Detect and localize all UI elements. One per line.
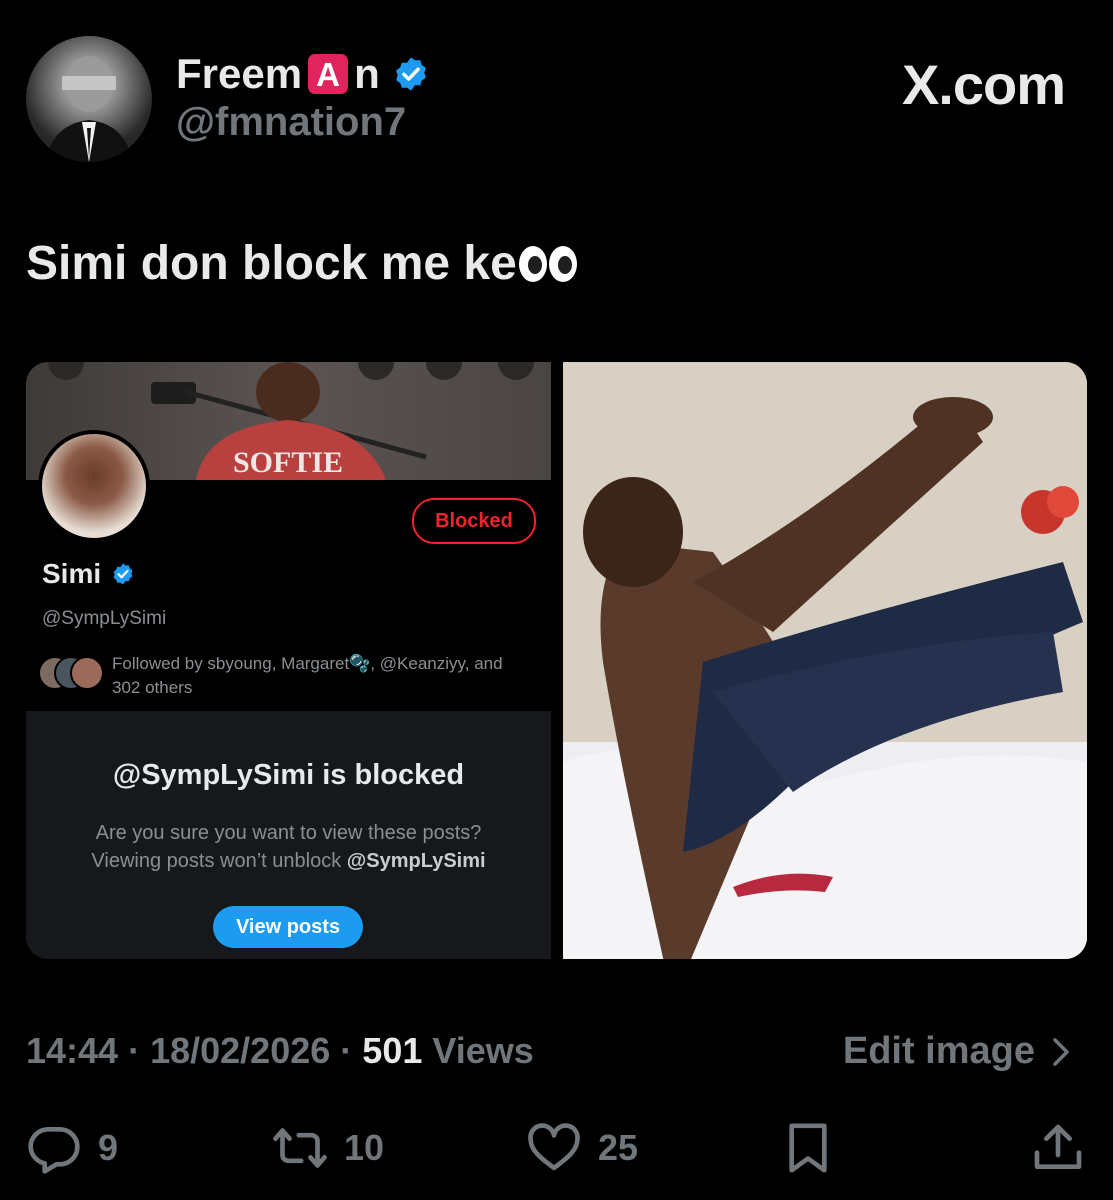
chevron-right-icon: [1053, 1037, 1069, 1066]
followed-by-line-2: 302 others: [112, 678, 193, 697]
avatar-image: [46, 56, 132, 162]
blocked-title: @SympLySimi is blocked: [112, 759, 465, 791]
followed-by: Followed by sbyoung, Margaret🫧, @Keanziy…: [38, 652, 538, 700]
author-display-name[interactable]: Freem An: [176, 50, 430, 98]
views-count: 501: [362, 1030, 423, 1071]
tweet-media[interactable]: SOFTIE Blocked Simi @SympLySimi Followed…: [26, 362, 1087, 959]
profile-name-text: Simi: [42, 558, 102, 589]
repost-button[interactable]: 10: [272, 1120, 384, 1176]
like-button[interactable]: 25: [526, 1120, 638, 1176]
verified-badge-icon: [113, 563, 133, 585]
meme-photo: [563, 362, 1087, 959]
reply-count: 9: [98, 1127, 119, 1168]
blocked-text-handle: @SympLySimi: [346, 850, 486, 872]
share-icon: [1034, 1124, 1082, 1169]
follower-avatars: [38, 656, 104, 690]
tweet-text: Simi don block me ke: [26, 236, 577, 291]
eyes-emoji-icon: [518, 245, 577, 282]
profile-handle: @SympLySimi: [42, 608, 167, 629]
meta-separator: ·: [340, 1030, 363, 1071]
edit-image-label: Edit image: [842, 1030, 1035, 1072]
reply-icon: [28, 1127, 80, 1174]
reply-button[interactable]: 9: [26, 1120, 118, 1176]
tweet-text-content: Simi don block me ke: [26, 237, 517, 290]
media-image-profile-screenshot[interactable]: SOFTIE Blocked Simi @SympLySimi Followed…: [26, 362, 551, 959]
svg-text:SOFTIE: SOFTIE: [233, 446, 343, 479]
heart-icon: [528, 1123, 580, 1171]
letter-a-emoji-icon: A: [308, 54, 349, 94]
repost-count: 10: [344, 1127, 385, 1168]
view-posts-button[interactable]: View posts: [213, 906, 363, 948]
profile-name: Simi: [42, 558, 135, 590]
tweet-meta: 14:44 · 18/02/2026 · 501 Views: [26, 1030, 534, 1072]
edit-image-link[interactable]: Edit image: [843, 1030, 1073, 1073]
tweet-date[interactable]: 18/02/2026: [150, 1030, 330, 1071]
views-label: Views: [432, 1030, 534, 1071]
author-handle[interactable]: @fmnation7: [176, 100, 406, 145]
blocked-description: Are you sure you want to view these post…: [26, 819, 551, 875]
meta-separator: ·: [128, 1030, 151, 1071]
like-count: 25: [598, 1127, 639, 1168]
media-image-meme[interactable]: [563, 362, 1087, 959]
profile-avatar: [38, 430, 150, 542]
brand-watermark: X.com: [901, 53, 1066, 116]
blocked-text-line-1: Are you sure you want to view these post…: [95, 822, 482, 844]
tweet-time[interactable]: 14:44: [26, 1030, 118, 1071]
blocked-text-line-2: Viewing posts won’t unblock: [91, 850, 347, 872]
display-name-suffix: n: [354, 50, 380, 97]
repost-icon: [273, 1128, 327, 1168]
bookmark-icon: [789, 1123, 827, 1173]
display-name-prefix: Freem: [176, 50, 303, 97]
blocked-notice: @SympLySimi is blocked Are you sure you …: [26, 711, 551, 959]
author-avatar[interactable]: [26, 36, 152, 162]
share-button[interactable]: [1030, 1120, 1086, 1176]
verified-badge-icon: [395, 57, 426, 91]
followed-by-line-1: Followed by sbyoung, Margaret🫧, @Keanziy…: [112, 654, 503, 673]
bookmark-button[interactable]: [780, 1120, 836, 1176]
blocked-button[interactable]: Blocked: [412, 498, 536, 544]
